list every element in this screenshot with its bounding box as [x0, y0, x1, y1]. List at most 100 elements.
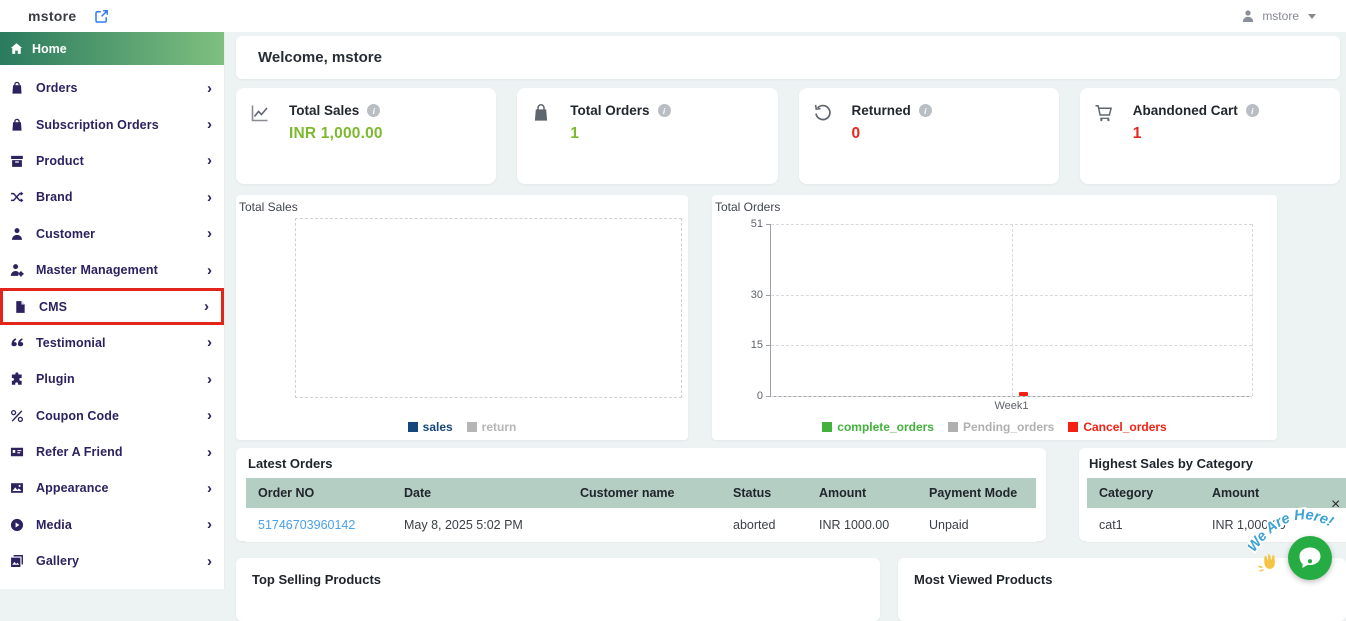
sidebar-item-label: Subscription Orders [36, 118, 159, 132]
bag-icon [10, 118, 24, 132]
orders-plot: 0153051Week1 [770, 224, 1252, 397]
table-cell: INR 1,000.00 [1200, 508, 1346, 542]
cancel-orders-bar [1019, 392, 1028, 396]
cart-icon [1094, 103, 1116, 125]
column-header: Amount [1200, 478, 1346, 508]
legend-item: Cancel_orders [1068, 420, 1166, 434]
user-dropdown[interactable]: mstore [1241, 9, 1316, 23]
chevron-right-icon: › [207, 153, 212, 168]
sidebar: Home Orders›Subscription Orders›Product›… [0, 32, 225, 589]
info-icon[interactable]: i [919, 104, 932, 117]
user-avatar-icon [1241, 9, 1255, 23]
order-number-link[interactable]: 51746703960142 [246, 508, 392, 542]
legend-swatch [822, 422, 832, 432]
caret-down-icon [1308, 14, 1316, 19]
bottom-row: Top Selling Products Most Viewed Product… [236, 558, 1346, 621]
table-cell: May 8, 2025 5:02 PM [392, 508, 568, 542]
chat-bubble-icon [1295, 543, 1325, 573]
stat-body: Total Ordersi1 [570, 103, 670, 169]
stat-label: Total Ordersi [570, 103, 670, 118]
charts-row: Total Sales salesreturn Total Orders 015… [236, 195, 1277, 440]
sidebar-item-master-management[interactable]: Master Management › [0, 252, 224, 288]
column-header: Category [1087, 478, 1200, 508]
y-tick-mark [766, 224, 771, 225]
legend-item: sales [408, 420, 453, 434]
person-icon [10, 227, 24, 241]
chat-launcher-button[interactable] [1288, 536, 1332, 580]
gallery-icon [10, 554, 24, 568]
welcome-banner: Welcome, mstore [236, 36, 1340, 79]
chevron-right-icon: › [207, 372, 212, 387]
sidebar-item-cms[interactable]: CMS› [0, 288, 224, 324]
sidebar-item-brand[interactable]: Brand› [0, 179, 224, 215]
gridline [771, 396, 1252, 397]
percent-icon [10, 409, 24, 423]
table-cell: cat1 [1087, 508, 1200, 542]
sidebar-item-testimonial[interactable]: Testimonial› [0, 325, 224, 361]
sidebar-item-product[interactable]: Product › [0, 143, 224, 179]
sales-chart-title: Total Sales [239, 200, 298, 214]
total-sales-chart: Total Sales salesreturn [236, 195, 688, 440]
table-header-row: CategoryAmount [1087, 478, 1346, 508]
sidebar-item-label: CMS [39, 300, 67, 314]
legend-label: complete_orders [837, 420, 934, 434]
external-link-icon[interactable] [94, 9, 109, 24]
card-icon [10, 445, 24, 459]
legend-swatch [1068, 422, 1078, 432]
sidebar-item-gallery[interactable]: Gallery › [0, 543, 224, 579]
sidebar-item-label: Gallery [36, 554, 79, 568]
sidebar-item-appearance[interactable]: Appearance› [0, 470, 224, 506]
latest-orders-table: Order NODateCustomer nameStatusAmountPay… [246, 478, 1036, 543]
stat-label: Abandoned Carti [1133, 103, 1259, 118]
main-content: Welcome, mstore Total Sales i INR 1,000.00… [225, 32, 1346, 589]
sidebar-item-refer-a-friend[interactable]: Refer A Friend› [0, 434, 224, 470]
chat-close-button[interactable]: × [1331, 497, 1340, 513]
chevron-right-icon: › [207, 445, 212, 460]
stat-title: Total Sales [289, 103, 359, 118]
app-logo: mstore [28, 8, 76, 24]
sidebar-item-plugin[interactable]: Plugin › [0, 361, 224, 397]
home-icon [10, 42, 23, 55]
chevron-right-icon: › [207, 554, 212, 569]
y-tick-label: 0 [729, 390, 763, 402]
bag-icon [531, 103, 553, 125]
v-gridline [1012, 224, 1013, 396]
chevron-right-icon: › [207, 263, 212, 278]
info-icon[interactable]: i [658, 104, 671, 117]
highest-sales-title: Highest Sales by Category [1089, 456, 1346, 471]
sidebar-item-home[interactable]: Home [0, 32, 224, 65]
sidebar-item-orders[interactable]: Orders › [0, 70, 224, 106]
stat-body: Total Sales i INR 1,000.00 [289, 103, 383, 169]
column-header: Payment Mode [917, 478, 1036, 508]
sidebar-item-subscription-orders[interactable]: Subscription Orders› [0, 106, 224, 142]
sidebar-item-label: Testimonial [36, 336, 106, 350]
most-viewed-products-card: Most Viewed Products [898, 558, 1346, 621]
sidebar-item-label: Plugin [36, 372, 75, 386]
sidebar-item-coupon-code[interactable]: Coupon Code› [0, 398, 224, 434]
sidebar-item-label: Orders [36, 81, 78, 95]
image-icon [10, 481, 24, 495]
stat-value: INR 1,000.00 [289, 125, 383, 143]
table-cell [568, 508, 721, 542]
column-header: Amount [807, 478, 917, 508]
sidebar-item-label: Customer [36, 227, 95, 241]
chevron-right-icon: › [207, 81, 212, 96]
tables-row: Latest Orders Order NODateCustomer nameS… [236, 448, 1346, 541]
info-icon[interactable]: i [367, 104, 380, 117]
highest-sales-table: CategoryAmountcat1INR 1,000.00 [1087, 478, 1346, 543]
sidebar-item-label: Product [36, 154, 84, 168]
table-cell: Unpaid [917, 508, 1036, 542]
sidebar-item-media[interactable]: Media› [0, 507, 224, 543]
top-selling-products-card: Top Selling Products [236, 558, 880, 621]
sidebar-item-label: Brand [36, 190, 73, 204]
sidebar-item-customer[interactable]: Customer› [0, 216, 224, 252]
v-gridline [1252, 224, 1253, 396]
stat-body: Returnedi0 [852, 103, 932, 169]
top-selling-title: Top Selling Products [252, 572, 864, 587]
stat-label: Total Sales i [289, 103, 383, 118]
sales-plot [295, 218, 682, 398]
person-gear-icon [10, 263, 24, 277]
sidebar-item-label: Master Management [36, 263, 158, 277]
x-category-label: Week1 [994, 400, 1028, 412]
info-icon[interactable]: i [1246, 104, 1259, 117]
